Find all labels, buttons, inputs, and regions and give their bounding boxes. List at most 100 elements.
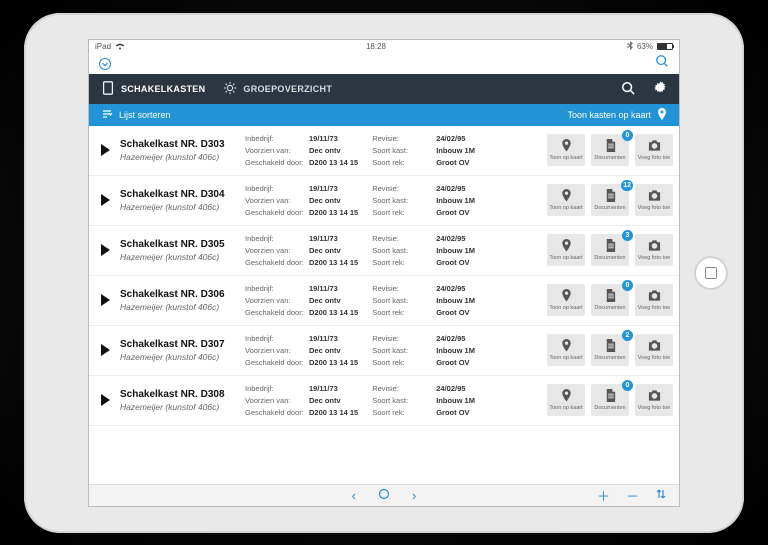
row-subtitle: Hazemeijer (kunstof 406c)	[120, 252, 245, 262]
pin-icon	[657, 108, 667, 122]
add-photo-button[interactable]: Voeg foto toe	[635, 284, 673, 316]
expand-icon[interactable]	[101, 394, 110, 406]
show-on-map-button[interactable]: Toon op kaart	[547, 134, 585, 166]
documents-button[interactable]: 0Documenten	[591, 384, 629, 416]
docs-badge: 3	[622, 230, 633, 241]
tab-label: GROEPOVERZICHT	[243, 84, 332, 94]
add-photo-button[interactable]: Voeg foto toe	[635, 184, 673, 216]
reorder-icon[interactable]	[655, 488, 667, 503]
table-row[interactable]: Schakelkast NR. D308 Hazemeijer (kunstof …	[89, 376, 679, 426]
row-title: Schakelkast NR. D305	[120, 239, 245, 250]
documents-button[interactable]: 0Documenten	[591, 134, 629, 166]
camera-icon	[648, 139, 661, 155]
table-row[interactable]: Schakelkast NR. D307Hazemeijer (kunstof …	[89, 326, 679, 376]
device-name: iPad	[95, 42, 111, 51]
ipad-frame: iPad 18:28 63%	[24, 13, 744, 533]
add-icon[interactable]: ＋	[597, 486, 610, 505]
documents-button[interactable]: 0Documenten	[591, 284, 629, 316]
bottom-toolbar: ‹ › ＋ －	[89, 484, 679, 506]
docs-badge: 2	[622, 330, 633, 341]
row-title-block: Schakelkast NR. D306 Hazemeijer (kunstof …	[120, 289, 245, 312]
tab-label: SCHAKELKASTEN	[121, 84, 205, 94]
row-title-block: Schakelkast NR. D307Hazemeijer (kunstof …	[120, 339, 245, 362]
row-subtitle: Hazemeijer (kunstof 406c)	[120, 202, 245, 212]
row-title-block: Schakelkast NR. D305 Hazemeijer (kunstof …	[120, 239, 245, 262]
status-bar: iPad 18:28 63%	[89, 40, 679, 54]
tab-schakelkasten[interactable]: SCHAKELKASTEN	[101, 81, 205, 97]
docs-badge: 12	[621, 180, 633, 191]
row-title: Schakelkast NR. D304	[120, 189, 245, 200]
sort-button[interactable]: Lijst sorteren	[101, 108, 171, 122]
gear-icon[interactable]	[653, 81, 667, 97]
home-icon[interactable]	[378, 488, 390, 503]
add-photo-button[interactable]: Voeg foto toe	[635, 384, 673, 416]
row-subtitle: Hazemeijer (kunstof 406c)	[120, 152, 245, 162]
tab-groepoverzicht[interactable]: GROEPOVERZICHT	[223, 81, 332, 97]
document-icon	[604, 189, 617, 205]
expand-icon[interactable]	[101, 244, 110, 256]
show-on-map-button[interactable]: Toon op kaart	[547, 384, 585, 416]
app-chrome	[89, 54, 679, 74]
docs-badge: 0	[622, 280, 633, 291]
bluetooth-icon	[627, 41, 633, 52]
pin-icon	[560, 289, 573, 305]
table-row[interactable]: Schakelkast NR. D305 Hazemeijer (kunstof …	[89, 226, 679, 276]
row-details: Inbedrijf:19/11/73Voorzien van:Dec ontvG…	[245, 184, 541, 217]
camera-icon	[648, 389, 661, 405]
pin-icon	[560, 339, 573, 355]
camera-icon	[648, 289, 661, 305]
battery-icon	[657, 43, 673, 50]
tab-bar: SCHAKELKASTEN GROEPOVERZICHT	[89, 74, 679, 104]
table-row[interactable]: Schakelkast NR. D303Hazemeijer (kunstof …	[89, 126, 679, 176]
expand-icon[interactable]	[101, 194, 110, 206]
show-on-map-button[interactable]: Toon op kaart	[547, 284, 585, 316]
add-photo-button[interactable]: Voeg foto toe	[635, 134, 673, 166]
pin-icon	[560, 239, 573, 255]
list[interactable]: Schakelkast NR. D303Hazemeijer (kunstof …	[89, 126, 679, 484]
documents-button[interactable]: 3Documenten	[591, 234, 629, 266]
row-details: Inbedrijf:19/11/73Voorzien van:Dec ontvG…	[245, 334, 541, 367]
app-screen: iPad 18:28 63%	[88, 39, 680, 507]
table-row[interactable]: Schakelkast NR. D306 Hazemeijer (kunstof …	[89, 276, 679, 326]
row-subtitle: Hazemeijer (kunstof 406c)	[120, 302, 245, 312]
expand-icon[interactable]	[101, 144, 110, 156]
row-subtitle: Hazemeijer (kunstof 406c)	[120, 402, 245, 412]
row-details: Inbedrijf:19/11/73Voorzien van:Dec ontvG…	[245, 134, 541, 167]
search-icon[interactable]	[621, 81, 635, 97]
camera-icon	[648, 239, 661, 255]
document-icon	[604, 389, 617, 405]
add-photo-button[interactable]: Voeg foto toe	[635, 334, 673, 366]
document-icon	[604, 289, 617, 305]
row-title: Schakelkast NR. D308	[120, 389, 245, 400]
next-icon[interactable]: ›	[412, 488, 416, 503]
documents-button[interactable]: 2Documenten	[591, 334, 629, 366]
expand-icon[interactable]	[101, 294, 110, 306]
documents-button[interactable]: 12Documenten	[591, 184, 629, 216]
search-icon[interactable]	[655, 54, 669, 73]
row-title: Schakelkast NR. D306	[120, 289, 245, 300]
row-details: Inbedrijf:19/11/73Voorzien van:Dec ontvG…	[245, 384, 541, 417]
remove-icon[interactable]: －	[626, 486, 639, 505]
prev-icon[interactable]: ‹	[352, 488, 356, 503]
add-photo-button[interactable]: Voeg foto toe	[635, 234, 673, 266]
refresh-icon[interactable]	[99, 58, 111, 70]
row-subtitle: Hazemeijer (kunstof 406c)	[120, 352, 245, 362]
sort-label: Lijst sorteren	[119, 110, 171, 120]
show-on-map-button[interactable]: Toon op kaart	[547, 184, 585, 216]
home-button[interactable]	[694, 256, 728, 290]
sort-icon	[101, 108, 113, 122]
document-icon	[604, 339, 617, 355]
show-on-map-button[interactable]: Toon op kaart	[547, 334, 585, 366]
docs-badge: 0	[622, 380, 633, 391]
expand-icon[interactable]	[101, 344, 110, 356]
camera-icon	[648, 189, 661, 205]
pin-icon	[560, 389, 573, 405]
row-title-block: Schakelkast NR. D304 Hazemeijer (kunstof …	[120, 189, 245, 212]
row-title-block: Schakelkast NR. D308 Hazemeijer (kunstof …	[120, 389, 245, 412]
wifi-icon	[115, 42, 125, 52]
table-row[interactable]: Schakelkast NR. D304 Hazemeijer (kunstof …	[89, 176, 679, 226]
sort-bar: Lijst sorteren Toon kasten op kaart	[89, 104, 679, 126]
pin-icon	[560, 139, 573, 155]
show-on-map-button[interactable]: Toon kasten op kaart	[567, 108, 667, 122]
show-on-map-button[interactable]: Toon op kaart	[547, 234, 585, 266]
